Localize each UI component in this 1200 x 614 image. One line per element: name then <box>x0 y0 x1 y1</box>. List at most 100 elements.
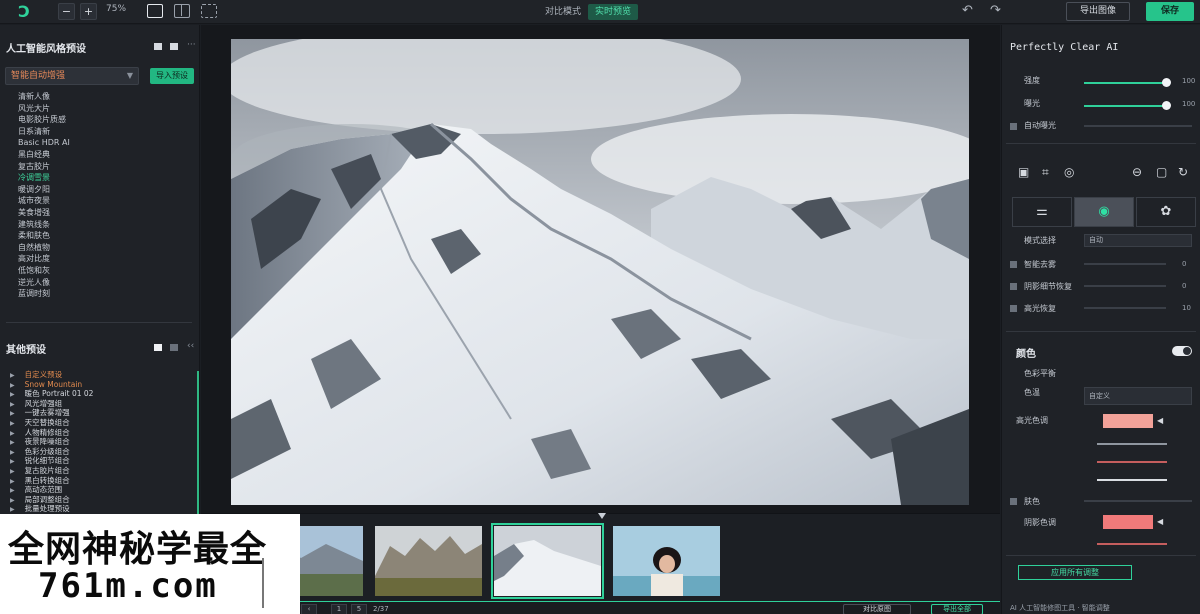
mode-dropdown[interactable]: 自动 <box>1084 234 1192 247</box>
prev-page-button[interactable]: ‹ <box>301 604 317 614</box>
tab-live-preview[interactable]: 实时预览 <box>588 4 639 20</box>
shadow-saturation-slider[interactable] <box>1097 543 1167 545</box>
snowy-mountain-thumb-image <box>494 526 601 596</box>
color-toggle[interactable] <box>1172 346 1192 356</box>
layers-icon[interactable]: ▢ <box>1156 165 1167 179</box>
watermark-title: 全网神秘学最全 <box>8 529 268 570</box>
style-preset-item[interactable]: 黑白经典 <box>18 149 70 161</box>
expand-arrow-icon[interactable]: ▶ <box>10 478 15 485</box>
main-photo[interactable] <box>231 39 969 505</box>
auto-exposure-checkbox[interactable] <box>1010 123 1017 130</box>
scrollbar[interactable] <box>197 371 199 536</box>
filter-icon[interactable]: ◎ <box>1064 165 1074 179</box>
color-section-title: 颜色 <box>1016 349 1036 360</box>
apply-all-button[interactable]: 应用所有调整 <box>1018 565 1132 580</box>
style-preset-item[interactable]: 复古胶片 <box>18 161 70 173</box>
undo-icon[interactable]: ↶ <box>962 3 973 18</box>
style-preset-item[interactable]: 建筑线条 <box>18 219 70 231</box>
crop-icon[interactable]: ⌗ <box>1042 165 1049 180</box>
style-preset-item[interactable]: 自然植物 <box>18 242 70 254</box>
redo-icon[interactable]: ↷ <box>990 3 1001 18</box>
highlight-color-swatch[interactable] <box>1103 414 1153 428</box>
single-view-icon[interactable] <box>147 4 163 18</box>
expand-arrow-icon[interactable]: ▶ <box>10 449 15 456</box>
expand-arrow-icon[interactable]: ▶ <box>10 439 15 446</box>
luminance-slider[interactable] <box>1097 479 1167 481</box>
exposure-slider-handle[interactable] <box>1162 101 1171 110</box>
compare-original-button[interactable]: 对比原图 <box>843 604 911 614</box>
preset-select[interactable]: 智能自动增强 ▼ <box>5 67 139 85</box>
expand-arrow-icon[interactable]: ▶ <box>10 410 15 417</box>
style-preset-item[interactable]: 风光大片 <box>18 103 70 115</box>
expand-arrow-icon[interactable]: ▶ <box>10 420 15 427</box>
expand-arrow-icon[interactable]: ▶ <box>10 497 15 504</box>
hue-slider[interactable] <box>1097 443 1167 445</box>
expand-arrow-icon[interactable]: ▶ <box>10 458 15 465</box>
style-preset-item[interactable]: 逆光人像 <box>18 277 70 289</box>
tab-compare-mode[interactable]: 对比模式 <box>538 4 588 20</box>
saturation-slider[interactable] <box>1097 461 1167 463</box>
skin-tone-checkbox[interactable] <box>1010 498 1017 505</box>
exposure-label: 曝光 <box>1024 99 1040 108</box>
thumbnail[interactable] <box>613 526 720 596</box>
reset-icon[interactable]: ↻ <box>1178 165 1188 179</box>
thumbnail[interactable] <box>375 526 482 596</box>
import-preset-button[interactable]: 导入预设 <box>150 68 194 84</box>
zoom-in-button[interactable]: + <box>80 3 97 20</box>
style-preset-item[interactable]: 高对比度 <box>18 253 70 265</box>
collapse-icon[interactable]: ‹‹ <box>187 341 194 351</box>
style-preset-item[interactable]: 蓝调时刻 <box>18 288 70 300</box>
dehaze-slider[interactable] <box>1084 263 1166 265</box>
caret-left-icon[interactable]: ◀ <box>1157 416 1163 425</box>
auto-exposure-slider[interactable] <box>1084 125 1192 127</box>
style-preset-item[interactable]: 日系清新 <box>18 126 70 138</box>
export-image-button[interactable]: 导出图像 <box>1066 2 1130 21</box>
expand-arrow-icon[interactable]: ▶ <box>10 468 15 475</box>
style-preset-item[interactable]: 暖调夕阳 <box>18 184 70 196</box>
thumbnail-selected[interactable] <box>491 523 604 599</box>
compare-icon[interactable]: ⊖ <box>1132 165 1142 179</box>
expand-arrow-icon[interactable]: ▶ <box>10 430 15 437</box>
style-preset-item[interactable]: Basic HDR AI <box>18 137 70 149</box>
zoom-out-button[interactable]: − <box>58 3 75 20</box>
highlight-slider[interactable] <box>1084 307 1166 309</box>
shadow-detail-checkbox[interactable] <box>1010 283 1017 290</box>
more-options-icon[interactable]: ··· <box>187 40 196 50</box>
tab-ai-enhance[interactable]: ◉ <box>1074 197 1134 227</box>
style-preset-item[interactable]: 城市夜景 <box>18 195 70 207</box>
style-preset-item[interactable]: 冷调雪景 <box>18 172 70 184</box>
expand-arrow-icon[interactable]: ▶ <box>10 401 15 408</box>
style-preset-item[interactable]: 低饱和灰 <box>18 265 70 277</box>
export-all-button[interactable]: 导出全部 <box>931 604 983 614</box>
tab-sliders[interactable]: ⚌ <box>1012 197 1072 227</box>
expand-arrow-icon[interactable]: ▶ <box>10 487 15 494</box>
list-view-icon[interactable] <box>170 43 178 50</box>
adjust-icon[interactable]: ▣ <box>1018 165 1029 179</box>
dehaze-label: 智能去雾 <box>1024 260 1056 269</box>
list-view-icon[interactable] <box>170 344 178 351</box>
tab-style[interactable]: ✿ <box>1136 197 1196 227</box>
style-preset-item[interactable]: 美食增强 <box>18 207 70 219</box>
split-view-icon[interactable] <box>174 4 190 18</box>
expand-arrow-icon[interactable]: ▶ <box>10 391 15 398</box>
expand-arrow-icon[interactable]: ▶ <box>10 372 15 379</box>
dehaze-checkbox[interactable] <box>1010 261 1017 268</box>
expand-arrow-icon[interactable]: ▶ <box>10 382 15 389</box>
expand-arrow-icon[interactable]: ▶ <box>10 506 15 513</box>
grid-view-icon[interactable] <box>154 43 162 50</box>
page-number[interactable]: 1 <box>331 604 347 614</box>
save-button[interactable]: 保存 <box>1146 2 1194 21</box>
strength-slider-handle[interactable] <box>1162 78 1171 87</box>
crop-view-icon[interactable] <box>201 4 217 18</box>
shadow-detail-slider[interactable] <box>1084 285 1166 287</box>
grid-view-icon[interactable] <box>154 344 162 351</box>
highlight-label: 高光恢复 <box>1024 304 1056 313</box>
highlight-checkbox[interactable] <box>1010 305 1017 312</box>
shadow-color-swatch[interactable] <box>1103 515 1153 529</box>
style-preset-item[interactable]: 清新人像 <box>18 91 70 103</box>
caret-left-icon[interactable]: ◀ <box>1157 517 1163 526</box>
style-preset-item[interactable]: 柔和肤色 <box>18 230 70 242</box>
skin-tone-slider[interactable] <box>1084 500 1192 502</box>
color-temp-dropdown[interactable]: 自定义 <box>1084 387 1192 405</box>
style-preset-item[interactable]: 电影胶片质感 <box>18 114 70 126</box>
